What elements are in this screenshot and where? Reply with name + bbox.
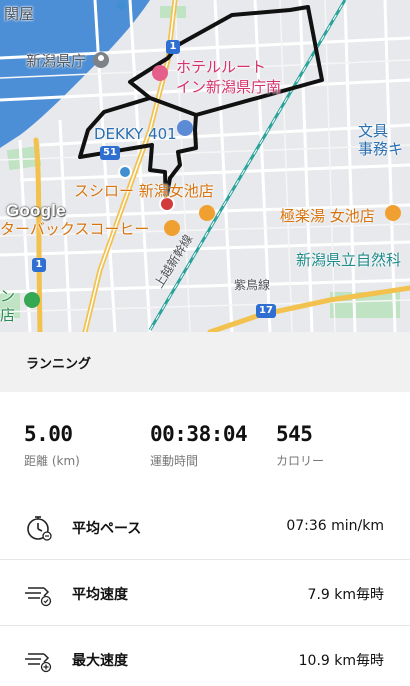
stopwatch-icon <box>27 516 52 541</box>
stat-duration-label: 運動時間 <box>150 454 199 468</box>
road-badge-51: 51 <box>100 146 120 160</box>
road-badge-17: 17 <box>256 304 276 318</box>
metric-list: 平均ペース 07:36 min/km 平均速度 7.9 km毎時 最大速度 10… <box>0 494 410 686</box>
start-pin <box>118 165 132 179</box>
map-label-left-fragment-2: 店 <box>0 306 16 324</box>
stat-distance-label: 距離 (km) <box>24 454 80 468</box>
google-logo: Google <box>6 201 66 220</box>
poi-blue <box>117 0 127 10</box>
hotel-poi <box>152 65 168 81</box>
map-label-dekky: DEKKY 401 <box>94 125 177 143</box>
stat-distance-value: 5.00 <box>24 422 73 446</box>
speed-check-icon <box>25 587 52 607</box>
summary-stats: 5.00 距離 (km) 00:38:04 運動時間 545 カロリー <box>0 392 410 490</box>
metric-avg-speed-label: 平均速度 <box>72 587 128 603</box>
metric-row-avg-pace: 平均ペース 07:36 min/km <box>0 494 410 560</box>
restaurant-poi <box>199 205 215 221</box>
map-base <box>0 0 410 332</box>
speed-plus-icon <box>25 653 52 673</box>
road-badge-1-top: 1 <box>166 40 180 54</box>
green-poi <box>24 292 40 308</box>
stat-calories: 545 カロリー <box>276 422 324 469</box>
map-label-hotel-2: イン新潟県庁南 <box>176 78 282 96</box>
activity-type-label: ランニング <box>26 357 92 372</box>
map-label-sushiro: スシロー 新潟女池店 <box>74 182 214 200</box>
map-label-gokurakuyu: 極楽湯 女池店 <box>280 207 375 225</box>
stat-duration: 00:38:04 運動時間 <box>150 422 248 469</box>
stat-calories-label: カロリー <box>276 454 325 468</box>
map-label-bunkyo-2: 事務キ <box>358 140 404 158</box>
metric-avg-pace-label: 平均ペース <box>72 521 142 537</box>
stat-duration-value: 00:38:04 <box>150 422 248 446</box>
metric-avg-pace-value: 07:36 min/km <box>286 518 384 534</box>
stat-distance: 5.00 距離 (km) <box>24 422 80 469</box>
shop-poi <box>177 120 193 136</box>
map-label-bunkyo-1: 文具 <box>358 122 389 140</box>
metric-max-speed-value: 10.9 km毎時 <box>298 653 384 669</box>
bath-poi <box>385 205 401 221</box>
metric-row-max-speed: 最大速度 10.9 km毎時 <box>0 626 410 686</box>
map-label-hakushin-line: 紫鳥線 <box>234 278 271 292</box>
map-label-starbucks: ターバックスコーヒー <box>0 220 150 238</box>
stat-calories-value: 545 <box>276 422 313 446</box>
map-label-sekiya: 関屋 <box>4 5 35 23</box>
cafe-poi <box>164 220 180 236</box>
road-badge-1-bottom: 1 <box>32 258 46 272</box>
metric-max-speed-label: 最大速度 <box>72 653 128 669</box>
activity-type-header: ランニング <box>0 332 410 392</box>
map-label-hotel-1: ホテルルート <box>176 58 267 76</box>
map-label-pref-office: 新潟県庁 <box>26 52 87 70</box>
route-map[interactable]: 関屋 新潟県庁 ホテルルート イン新潟県庁南 DEKKY 401 文具 事務キ … <box>0 0 410 332</box>
map-label-left-fragment-1: ン <box>0 287 16 305</box>
metric-avg-speed-value: 7.9 km毎時 <box>307 587 384 603</box>
map-label-science-museum: 新潟県立自然科 <box>296 251 402 269</box>
metric-row-avg-speed: 平均速度 7.9 km毎時 <box>0 560 410 626</box>
